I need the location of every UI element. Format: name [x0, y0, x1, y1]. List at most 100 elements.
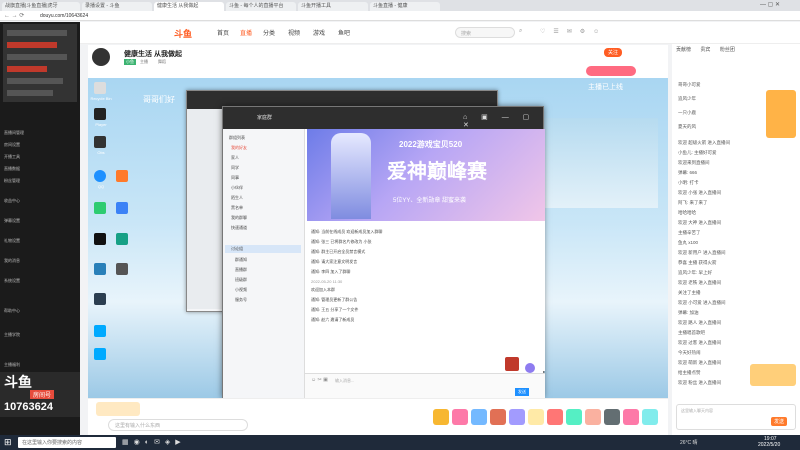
gift-glowstick-icon[interactable]	[452, 409, 468, 425]
app-icon[interactable]	[94, 325, 106, 337]
wechat-icon[interactable]	[94, 202, 106, 214]
promo-widget[interactable]	[766, 90, 796, 138]
chat-send-button[interactable]: 发送	[771, 417, 788, 426]
window-controls[interactable]: — ▢ ✕	[760, 1, 780, 8]
douyu-icon[interactable]	[116, 170, 128, 182]
panel-item[interactable]: 开播工具	[4, 154, 20, 160]
browser-tab[interactable]: 斗鱼直播 - 健康	[370, 2, 440, 11]
subscribe-button[interactable]: 关注	[604, 48, 623, 57]
browser-tab[interactable]: 斗鱼开播工具	[298, 2, 368, 11]
tree-item[interactable]: 我的群聊	[231, 215, 247, 221]
tree-item[interactable]: 同学	[231, 165, 239, 171]
tree-item[interactable]: 小视频	[235, 287, 247, 293]
panel-item[interactable]: 粉丝管理	[4, 178, 20, 184]
tree-item[interactable]: 同事	[231, 175, 239, 181]
gift-like-icon[interactable]	[642, 409, 658, 425]
search-icon[interactable]: ⌕	[519, 28, 522, 35]
qq-icon[interactable]	[94, 170, 106, 182]
panel-item[interactable]: 礼物设置	[4, 238, 20, 244]
rank-item[interactable]: 追风少年	[678, 96, 762, 102]
panel-item[interactable]: 帮助中心	[4, 308, 20, 314]
tree-item[interactable]: 群通知	[235, 257, 247, 263]
game-thumbnail-icon[interactable]	[505, 357, 519, 371]
tab-contribution[interactable]: 贡献榜	[676, 47, 691, 53]
obs-icon[interactable]	[94, 136, 106, 148]
panel-item[interactable]: 主播学院	[4, 332, 20, 338]
assistant-icon[interactable]	[525, 363, 535, 373]
gift-plane-icon[interactable]	[471, 409, 487, 425]
site-logo[interactable]: 斗鱼	[174, 27, 192, 40]
tree-item[interactable]: 服务号	[235, 297, 247, 303]
gift-sunglasses-icon[interactable]	[604, 409, 620, 425]
browser-tab[interactable]: 录播设置 - 斗鱼	[82, 2, 152, 11]
header-icons[interactable]: ♡☰✉⚙☺	[540, 28, 670, 38]
qq-send-button[interactable]: 发送	[515, 388, 529, 396]
chat-input-box[interactable]: 这里输入聊天内容 发送	[676, 404, 796, 430]
music-icon[interactable]	[94, 293, 106, 305]
tree-item[interactable]: 直播群	[235, 267, 247, 273]
panel-item[interactable]: 系统设置	[4, 278, 20, 284]
gift-heart-icon[interactable]	[585, 409, 601, 425]
tab-vip[interactable]: 贵宾	[700, 47, 710, 53]
recycle-bin-icon[interactable]	[94, 82, 106, 94]
start-icon[interactable]: ⊞	[4, 437, 12, 448]
promo-banner[interactable]: 2022游戏宝贝520 爱神巅峰赛 5位YY、全新勋章 甜蜜来袭	[307, 129, 545, 221]
qq-group-tree[interactable]: 群组列表 我的好友 家人 同学 同事 小伙伴 陌生人 黑名单 我的群聊 快速通道…	[223, 129, 305, 399]
url-text[interactable]: douyu.com/10643624	[40, 13, 88, 19]
gift-lollipop-icon[interactable]	[623, 409, 639, 425]
nav-item[interactable]: 分类	[263, 28, 275, 37]
event-badge[interactable]	[586, 66, 636, 76]
rank-item[interactable]: 夏天的风	[678, 124, 762, 130]
nav-item[interactable]: 首页	[217, 28, 229, 37]
notepad-icon[interactable]	[116, 263, 128, 275]
panel-item[interactable]: 直播数据	[4, 166, 20, 172]
panel-item[interactable]: 弹幕设置	[4, 218, 20, 224]
tree-item[interactable]: 快速通道	[231, 225, 247, 231]
tab-fans[interactable]: 粉丝团	[720, 47, 735, 53]
steam-icon[interactable]	[116, 233, 128, 245]
qq-contact-list[interactable]	[187, 109, 223, 309]
nav-item[interactable]: 鱼吧	[338, 28, 350, 37]
chrome-icon[interactable]	[116, 202, 128, 214]
chat-tabs[interactable]: 贡献榜 贵宾 粉丝团	[676, 46, 735, 53]
browser-tab-active[interactable]: 健康生活 从我做起	[154, 2, 224, 11]
tree-item[interactable]: 家人	[231, 155, 239, 161]
browser-tab[interactable]: 斗鱼 - 每个人的直播平台	[226, 2, 296, 11]
gift-super-rocket-icon[interactable]	[509, 409, 525, 425]
nav-item-active[interactable]: 直播	[240, 28, 252, 37]
emoji-icon[interactable]: ☺ ✂ ▣	[311, 377, 328, 383]
gift-confess-icon[interactable]	[547, 409, 563, 425]
taskbar-search[interactable]: 在这里输入你要搜索的内容	[18, 437, 116, 448]
tree-item[interactable]: 班级群	[235, 277, 247, 283]
panel-item[interactable]: 主播福利	[4, 362, 20, 368]
obs-studio-icon[interactable]	[94, 263, 106, 275]
gift-card-icon[interactable]	[528, 409, 544, 425]
panel-item[interactable]: 我的消息	[4, 258, 20, 264]
gift-rocket-icon[interactable]	[490, 409, 506, 425]
tree-item[interactable]: 小伙伴	[231, 185, 243, 191]
browser-tab[interactable]: 战旗直播|斗鱼直播|虎牙	[2, 2, 80, 11]
address-bar[interactable]: ← → ⟳ douyu.com/10643624	[0, 11, 800, 21]
qq-window[interactable]: 家庭群 ⌂ ▣ — ▢ ✕ 群组列表 我的好友 家人 同学 同事 小伙伴 陌生人…	[222, 106, 545, 399]
nav-item[interactable]: 视频	[288, 28, 300, 37]
gift-flower-icon[interactable]	[566, 409, 582, 425]
app-icon[interactable]	[94, 348, 106, 360]
rank-item[interactable]: 哥哥小可爱	[678, 82, 762, 88]
tree-item[interactable]: 我的好友	[231, 145, 247, 151]
qq-input-area[interactable]: ☺ ✂ ▣ 输入消息... 发送	[305, 373, 545, 399]
qq-window-controls[interactable]: ⌂ ▣ — ▢ ✕	[463, 113, 543, 129]
search-input[interactable]: 搜索	[455, 27, 515, 38]
edge-icon[interactable]	[94, 233, 106, 245]
tree-item[interactable]: 陌生人	[231, 195, 243, 201]
panel-item[interactable]: 直播间管理	[4, 130, 24, 136]
panel-item[interactable]: 收益中心	[4, 198, 20, 204]
fan-badge[interactable]	[96, 402, 140, 416]
tree-item-selected[interactable]: 讨论组	[225, 245, 301, 253]
tree-item[interactable]: 黑名单	[231, 205, 243, 211]
player-icon[interactable]	[94, 108, 106, 120]
nav-item[interactable]: 游戏	[313, 28, 325, 37]
tree-item[interactable]: 群组列表	[229, 135, 245, 141]
avatar[interactable]	[92, 48, 110, 66]
nav-arrows-icon[interactable]: ← → ⟳	[4, 12, 24, 19]
gift-fishball-icon[interactable]	[433, 409, 449, 425]
